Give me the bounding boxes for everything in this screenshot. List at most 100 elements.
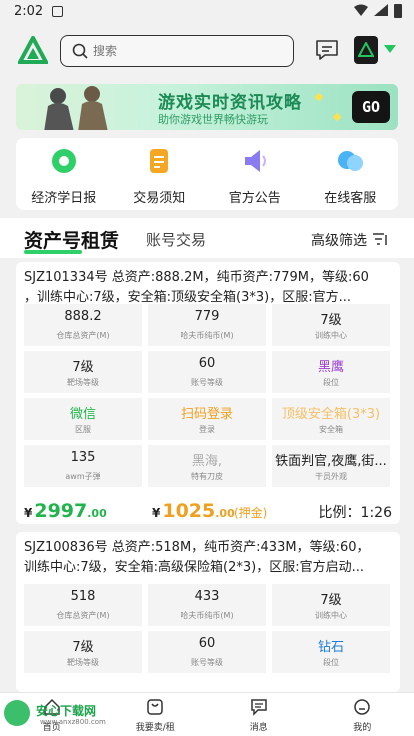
quick-item-daily-report[interactable]: 经济学日报 (16, 138, 112, 210)
listing-card[interactable]: SJZ100836号 总资产:518M，纯币资产:433M，等级:60， 训练中… (16, 532, 400, 692)
attribute-value: 888.2 (64, 309, 102, 324)
quick-item-label: 交易须知 (133, 191, 186, 206)
nav-profile[interactable]: 我的 (311, 693, 414, 736)
quick-item-label: 经济学日报 (31, 191, 97, 206)
filter-icon[interactable] (372, 231, 388, 247)
status-bar: 2:02 (0, 0, 414, 24)
summary-line: 训练中心:7级，安全箱:高级保险箱(2*3)，区服:官方启动... (24, 560, 364, 575)
currency-symbol: ¥ (152, 506, 161, 520)
quick-item-official-notice[interactable]: 官方公告 (207, 138, 303, 210)
price-integer: 2997 (34, 500, 88, 522)
listing-summary: SJZ101334号 总资产:888.2M，纯币资产:779M，等级:60 ，训… (24, 268, 390, 308)
sell-icon (147, 699, 163, 715)
user-avatar[interactable] (354, 36, 378, 64)
attribute-value: 779 (194, 309, 220, 324)
attribute-value: 60 (198, 636, 216, 651)
active-tab-indicator (24, 250, 82, 254)
rental-price: ¥2997.00 (24, 500, 107, 522)
attribute-key: 哈夫币纯币(M) (180, 611, 234, 620)
message-icon (251, 699, 267, 716)
wifi-icon (354, 4, 368, 16)
search-input[interactable] (93, 41, 283, 61)
tab-account-trade[interactable]: 账号交易 (146, 229, 206, 250)
watermark-logo-icon (4, 700, 30, 726)
attribute-cell: 60 账号等级 (148, 351, 266, 393)
quick-menu: 经济学日报 交易须知 官方公告 在线客服 (16, 138, 398, 210)
signal-icon (374, 4, 388, 16)
attribute-cell: 779 哈夫币纯币(M) (148, 304, 266, 346)
attribute-key: 段位 (323, 658, 339, 667)
currency-symbol: ¥ (24, 506, 33, 520)
attribute-cell: 钻石 段位 (272, 631, 390, 673)
attribute-key: 仓库总资产(M) (56, 611, 110, 620)
attribute-value: 135 (70, 450, 96, 465)
megaphone-icon (244, 150, 266, 172)
app-logo-icon[interactable] (18, 36, 48, 66)
attribute-key: 靶场等级 (67, 378, 99, 387)
attribute-cell: 扫码登录 登录 (148, 398, 266, 440)
quick-item-label: 在线客服 (324, 191, 377, 206)
document-icon (150, 149, 169, 173)
gear-icon (51, 149, 76, 173)
promo-banner[interactable]: 游戏实时资讯攻略 助你游戏世界畅快游玩 GO (16, 84, 398, 130)
quick-item-trade-notice[interactable]: 交易须知 (112, 138, 208, 210)
attribute-value: 黑海, (191, 454, 223, 469)
attribute-cell: 黑鹰 段位 (272, 351, 390, 393)
nav-label: 消息 (249, 723, 268, 733)
banner-go-button[interactable]: GO (352, 91, 390, 123)
attribute-cell: 7级 训练中心 (272, 304, 390, 346)
tab-asset-rental[interactable]: 资产号租赁 (24, 226, 119, 253)
nav-label: 我要卖/租 (135, 723, 175, 733)
listing-attributes: 518 仓库总资产(M) 433 哈夫币纯币(M) 7级 训练中心 7级 靶场等级 60… (24, 584, 390, 673)
attribute-cell: 135 awm子弹 (24, 445, 142, 487)
attribute-key: 干员外观 (315, 472, 347, 481)
listing-summary: SJZ100836号 总资产:518M，纯币资产:433M，等级:60， 训练中… (24, 538, 390, 578)
attribute-value: 微信 (69, 407, 96, 422)
summary-line: SJZ101334号 总资产:888.2M，纯币资产:779M，等级:60 (24, 270, 369, 285)
attribute-value: 60 (198, 356, 216, 371)
attribute-value: 顶级安全箱(3*3) (281, 407, 381, 422)
account-dropdown-icon[interactable] (384, 45, 396, 53)
deposit-price: ¥1025.00 (152, 500, 235, 522)
attribute-key: 段位 (323, 378, 339, 387)
nav-sell-rent[interactable]: 我要卖/租 (104, 693, 208, 736)
listing-tabs: 资产号租赁 账号交易 高级筛选 (0, 218, 414, 258)
battery-icon (394, 4, 402, 18)
attribute-key: 训练中心 (315, 331, 347, 340)
attribute-value: 518 (70, 589, 96, 604)
attribute-value: 7级 (72, 640, 94, 655)
attribute-key: 仓库总资产(M) (56, 331, 110, 340)
exchange-ratio: 比例：1:26 (318, 505, 392, 521)
attribute-key: 账号等级 (191, 378, 223, 387)
attribute-key: awm子弹 (65, 472, 101, 481)
summary-line: SJZ100836号 总资产:518M，纯币资产:433M，等级:60， (24, 540, 370, 555)
search-box[interactable] (60, 35, 294, 67)
listing-card[interactable]: SJZ101334号 总资产:888.2M，纯币资产:779M，等级:60 ，训… (16, 262, 400, 524)
watermark-text: 安心下载网 (36, 704, 97, 718)
attribute-cell: 微信 区服 (24, 398, 142, 440)
banner-subtitle: 助你游戏世界畅快游玩 (158, 113, 268, 126)
attribute-cell: 60 账号等级 (148, 631, 266, 673)
message-icon[interactable] (314, 38, 340, 62)
quick-item-online-support[interactable]: 在线客服 (303, 138, 399, 210)
banner-title: 游戏实时资讯攻略 (158, 93, 302, 113)
advanced-filter-button[interactable]: 高级筛选 (311, 230, 367, 250)
chat-bubble-icon (338, 151, 364, 171)
price-integer: 1025 (162, 500, 216, 522)
attribute-key: 靶场等级 (67, 658, 99, 667)
attribute-value: 433 (194, 589, 220, 604)
attribute-cell: 7级靶场等级 (24, 631, 142, 673)
attribute-cell: 518 仓库总资产(M) (24, 584, 142, 626)
attribute-key: 区服 (75, 425, 91, 434)
attribute-cell: 黑海, 特有刀皮 (148, 445, 266, 487)
attribute-value: 黑鹰 (317, 360, 344, 375)
nav-messages[interactable]: 消息 (207, 693, 311, 736)
spark-icon (314, 92, 324, 102)
price-decimal: .00 (87, 507, 107, 520)
attribute-cell: 顶级安全箱(3*3) 安全箱 (272, 398, 390, 440)
banner-characters-image (44, 86, 108, 130)
quick-item-label: 官方公告 (228, 191, 281, 206)
attribute-key: 账号等级 (191, 658, 223, 667)
search-icon (72, 43, 88, 59)
attribute-value: 7级 (72, 360, 94, 375)
